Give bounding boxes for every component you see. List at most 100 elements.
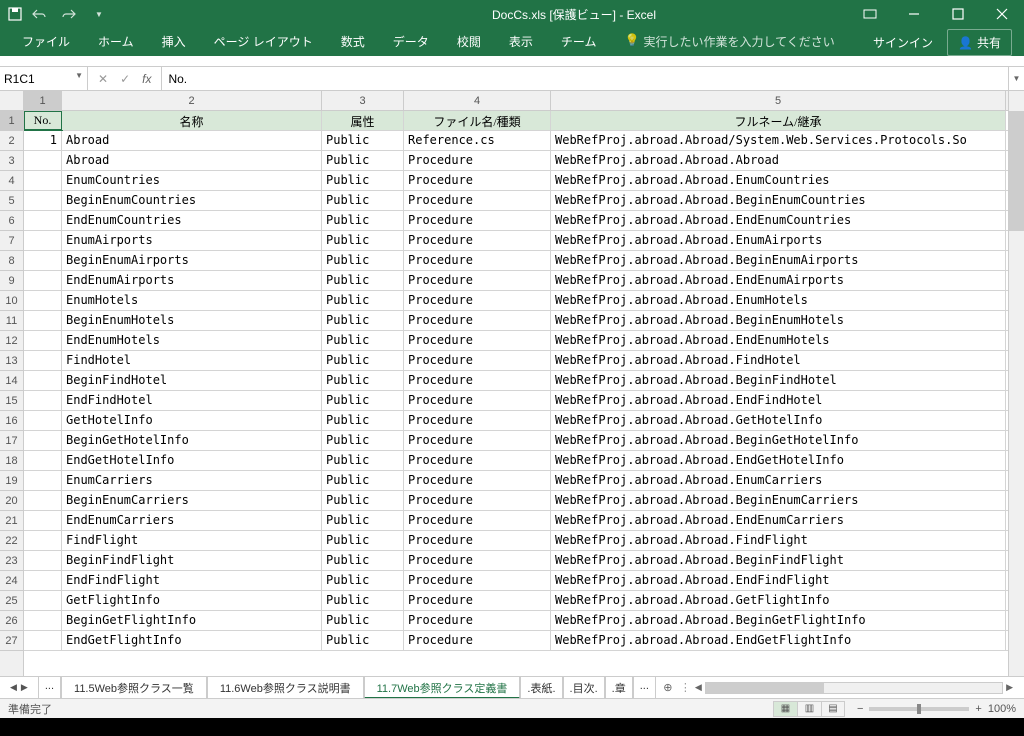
- col-header[interactable]: 5: [551, 91, 1006, 110]
- cell[interactable]: WebRefProj.abroad.Abroad.BeginGetFlightI…: [551, 611, 1006, 630]
- sheet-tab[interactable]: 11.7Web参照クラス定義書: [364, 677, 521, 699]
- cell[interactable]: WebRefProj.abroad.Abroad.BeginEnumCarrie…: [551, 491, 1006, 510]
- col-header[interactable]: 2: [62, 91, 322, 110]
- tab-nav-prev-icon[interactable]: ◀: [10, 682, 17, 693]
- cell[interactable]: Procedure: [404, 631, 551, 650]
- cell[interactable]: [24, 271, 62, 290]
- cell[interactable]: 属性: [322, 111, 404, 130]
- cell[interactable]: Abroad: [62, 151, 322, 170]
- cell[interactable]: [24, 491, 62, 510]
- tab-home[interactable]: ホーム: [84, 27, 148, 56]
- cell[interactable]: [24, 531, 62, 550]
- cell[interactable]: WebRefProj.abroad.Abroad.BeginFindFlight: [551, 551, 1006, 570]
- row-header[interactable]: 27: [0, 631, 23, 651]
- enter-icon[interactable]: ✓: [120, 72, 130, 86]
- cell[interactable]: [24, 431, 62, 450]
- row-header[interactable]: 11: [0, 311, 23, 331]
- cell[interactable]: Procedure: [404, 271, 551, 290]
- cell[interactable]: EnumAirports: [62, 231, 322, 250]
- sheet-tab[interactable]: .目次.: [563, 677, 605, 699]
- cell[interactable]: [24, 591, 62, 610]
- cell[interactable]: FindHotel: [62, 351, 322, 370]
- normal-view-icon[interactable]: ▦: [773, 701, 797, 717]
- cell[interactable]: [24, 551, 62, 570]
- row-header[interactable]: 9: [0, 271, 23, 291]
- cell[interactable]: [24, 191, 62, 210]
- cell[interactable]: WebRefProj.abroad.Abroad.EnumCountries: [551, 171, 1006, 190]
- cell[interactable]: [24, 631, 62, 650]
- zoom-in-button[interactable]: +: [975, 703, 981, 715]
- row-header[interactable]: 17: [0, 431, 23, 451]
- row-header[interactable]: 16: [0, 411, 23, 431]
- cell[interactable]: WebRefProj.abroad.Abroad/System.Web.Serv…: [551, 131, 1006, 150]
- cell[interactable]: Public: [322, 211, 404, 230]
- sheet-tab[interactable]: 11.5Web参照クラス一覧: [61, 677, 207, 699]
- cell[interactable]: 名称: [62, 111, 322, 130]
- cell[interactable]: Public: [322, 631, 404, 650]
- cell[interactable]: Public: [322, 131, 404, 150]
- row-header[interactable]: 26: [0, 611, 23, 631]
- cell[interactable]: Procedure: [404, 391, 551, 410]
- cell[interactable]: Procedure: [404, 231, 551, 250]
- sheet-tab-overflow[interactable]: ...: [38, 677, 61, 699]
- cell[interactable]: WebRefProj.abroad.Abroad.GetFlightInfo: [551, 591, 1006, 610]
- cell[interactable]: WebRefProj.abroad.Abroad.EndEnumCarriers: [551, 511, 1006, 530]
- new-sheet-button[interactable]: ⊕: [656, 681, 680, 694]
- tab-data[interactable]: データ: [379, 27, 443, 56]
- cell[interactable]: Procedure: [404, 211, 551, 230]
- cell[interactable]: WebRefProj.abroad.Abroad.EndEnumCountrie…: [551, 211, 1006, 230]
- row-header[interactable]: 25: [0, 591, 23, 611]
- row-header[interactable]: 6: [0, 211, 23, 231]
- cell[interactable]: EndFindFlight: [62, 571, 322, 590]
- expand-formula-bar-icon[interactable]: ▼: [1008, 67, 1024, 90]
- cell[interactable]: WebRefProj.abroad.Abroad.EndGetHotelInfo: [551, 451, 1006, 470]
- cell[interactable]: BeginEnumHotels: [62, 311, 322, 330]
- cell[interactable]: Public: [322, 411, 404, 430]
- cell[interactable]: Procedure: [404, 331, 551, 350]
- cell[interactable]: Procedure: [404, 491, 551, 510]
- cell[interactable]: Public: [322, 611, 404, 630]
- cell[interactable]: ファイル名/種類: [404, 111, 551, 130]
- cell[interactable]: [24, 151, 62, 170]
- cancel-icon[interactable]: ✕: [98, 72, 108, 86]
- row-header[interactable]: 5: [0, 191, 23, 211]
- cell[interactable]: [24, 371, 62, 390]
- cell[interactable]: WebRefProj.abroad.Abroad.EnumHotels: [551, 291, 1006, 310]
- cell[interactable]: Procedure: [404, 291, 551, 310]
- cell[interactable]: EndGetHotelInfo: [62, 451, 322, 470]
- pagelayout-view-icon[interactable]: ▥: [797, 701, 821, 717]
- cell[interactable]: FindFlight: [62, 531, 322, 550]
- scroll-left-icon[interactable]: ◀: [692, 682, 705, 693]
- col-header[interactable]: 3: [322, 91, 404, 110]
- cell[interactable]: Procedure: [404, 551, 551, 570]
- cell[interactable]: [24, 311, 62, 330]
- cell[interactable]: BeginEnumCarriers: [62, 491, 322, 510]
- cell[interactable]: GetFlightInfo: [62, 591, 322, 610]
- cell[interactable]: Public: [322, 471, 404, 490]
- close-button[interactable]: [980, 0, 1024, 28]
- pagebreak-view-icon[interactable]: ▤: [821, 701, 845, 717]
- name-box[interactable]: R1C1 ▼: [0, 67, 88, 90]
- tab-review[interactable]: 校閲: [443, 27, 495, 56]
- cell[interactable]: Procedure: [404, 191, 551, 210]
- cell[interactable]: GetHotelInfo: [62, 411, 322, 430]
- row-header[interactable]: 12: [0, 331, 23, 351]
- scroll-right-icon[interactable]: ▶: [1003, 682, 1016, 693]
- row-header[interactable]: 20: [0, 491, 23, 511]
- cell[interactable]: [24, 611, 62, 630]
- cell[interactable]: Public: [322, 191, 404, 210]
- row-header[interactable]: 10: [0, 291, 23, 311]
- col-header[interactable]: 1: [24, 91, 62, 110]
- cell[interactable]: Reference.cs: [404, 131, 551, 150]
- cell[interactable]: Procedure: [404, 511, 551, 530]
- cell[interactable]: WebRefProj.abroad.Abroad.EndEnumAirports: [551, 271, 1006, 290]
- cell[interactable]: Public: [322, 551, 404, 570]
- cell[interactable]: [24, 211, 62, 230]
- cell[interactable]: [24, 451, 62, 470]
- redo-icon[interactable]: [60, 5, 78, 23]
- ribbon-display-icon[interactable]: [848, 0, 892, 28]
- row-header[interactable]: 14: [0, 371, 23, 391]
- tab-team[interactable]: チーム: [547, 27, 611, 56]
- cell[interactable]: Public: [322, 591, 404, 610]
- select-all-corner[interactable]: [0, 91, 23, 111]
